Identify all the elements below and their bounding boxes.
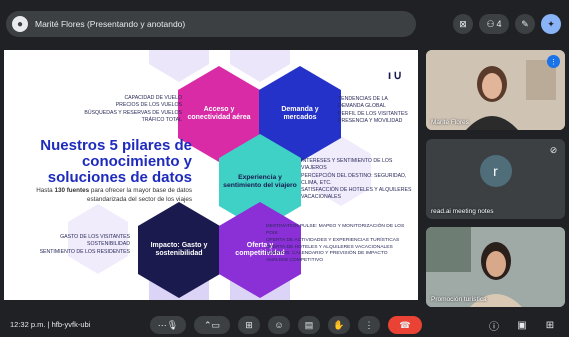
chat-icon: ▣ [517,319,527,331]
subline-prefix: Hasta [36,187,55,194]
info-separator: | [47,320,50,329]
participant-count: 4 [496,19,502,29]
hand-icon: ✋ [333,319,345,330]
more-options-button[interactable]: ⋮ [358,316,380,334]
speaking-indicator-icon: ⋮ [547,55,560,68]
demand-details: TENDENCIAS DE LA DEMANDA GLOBAL PERFIL D… [338,96,418,125]
detail-line: VACACIONALES [301,194,341,201]
detail-line: TENDENCIAS DE LA [338,96,388,102]
pen-icon: ✎ [521,18,529,29]
detail-line: DEMANDA GLOBAL [338,103,386,110]
call-controls: ⋯ 🎙 ⌃ ▭ ⊞ ☺ ▤ ✋ ⋮ ☎ [150,316,422,334]
bottom-bar: 12:32 p.m. | hfb-yvfk-ubi ⋯ 🎙 ⌃ ▭ ⊞ ☺ ▤ ✋ … [0,313,569,337]
camera-button[interactable]: ⌃ ▭ [194,316,230,334]
detail-line: SENTIMIENTO DE LOS RESIDENTES [39,248,130,255]
offer-details: DESTINATION PULSE: MAPEO Y MONITORIZACIÓ… [266,224,416,265]
detail-line: PERFIL DE LOS VISITANTES [338,110,408,117]
captions-off-icon: ⊠ [459,18,467,29]
experience-details: INTERESES Y SENTIMIENTO DE LOS VIAJEROS … [301,158,417,202]
detail-line: INTERESES Y SENTIMIENTO DE LOS VIAJEROS [301,158,393,172]
participant-video [426,50,565,130]
clock-time: 12:32 p.m. [10,320,46,329]
grid-icon: ⊞ [545,319,555,331]
detail-line: TRÁFICO TOTAL [141,116,182,123]
detail-line: PERCEPCIÓN DEL DESTINO: SEGURIDAD, [301,172,407,179]
activities-button[interactable]: ⊞ [543,318,557,332]
pen-annotate-button[interactable]: ✎ [515,14,535,34]
more-vert-icon: ⋮ [364,319,374,330]
people-button[interactable]: ⚇ 4 [479,14,509,34]
mic-off-icon: ⊘ [549,145,558,155]
sparkle-icon: ✦ [547,18,555,29]
detail-line: GASTO DE LOS VISITANTES [60,234,130,240]
access-details: CAPACIDAD DE VUELO PRECIOS DE LOS VUELOS… [64,95,182,124]
captions-icon: ▤ [304,319,314,330]
captions-button[interactable]: ▤ [298,316,320,334]
participant-avatar: r [479,155,512,187]
more-audio-icon: ⋯ [157,319,167,330]
people-icon: ⚇ [486,18,495,29]
top-actions: ⊠ ⚇ 4 ✎ ✦ [453,14,561,34]
detail-line: SOSTENIBILIDAD [87,241,130,248]
presented-slide: ı∪ Acceso y conectividad aérea Demanda y… [4,50,418,300]
raise-hand-button[interactable]: ✋ [328,316,350,334]
emoji-button[interactable]: ☺ [268,316,290,334]
detail-line: PRECIOS DE LOS VUELOS [115,102,182,109]
presenter-chip[interactable]: ● Marité Flores (Presentando y anotando) [6,11,416,37]
camera-icon: ▭ [211,319,221,330]
participant-tile-marite[interactable]: ⋮ Marité Flores [426,50,565,130]
chat-button[interactable]: ▣ [515,318,529,332]
present-screen-icon: ⊞ [245,319,253,330]
detail-line: ANÁLISIS COMPETITIVO [266,258,324,264]
company-logo: ı∪ [387,68,404,82]
slide-subline: Hasta 130 fuentes para ofrecer la mayor … [16,187,192,204]
participant-name: Promoción turística [431,296,487,303]
emoji-icon: ☺ [274,320,284,330]
captions-off-button[interactable]: ⊠ [453,14,473,34]
pillar-impact-label: Impacto: Gasto y sostenibilidad [150,241,208,257]
info-icon: ⓘ [489,321,499,333]
participant-tile-promocion[interactable]: Promoción turística [426,227,565,307]
phone-hangup-icon: ☎ [399,319,411,330]
side-panel-controls: ⓘ ▣ ⊞ [487,318,557,333]
microphone-icon: 🎙 [166,319,179,330]
meet-window: ● Marité Flores (Presentando y anotando)… [0,0,569,337]
subline-suffix: para ofrecer la mayor base de datos esta… [86,187,192,203]
meeting-info: 12:32 p.m. | hfb-yvfk-ubi [10,320,90,329]
impact-details: GASTO DE LOS VISITANTES SOSTENIBILIDAD S… [8,234,130,256]
slide-headline: Nuestros 5 pilares de conocimiento y sol… [40,137,192,186]
presenter-person-icon: ● [12,16,28,32]
sparkle-assist-button[interactable]: ✦ [541,14,561,34]
microphone-button[interactable]: ⋯ 🎙 [150,316,186,334]
participant-name: read.ai meeting notes [431,208,494,215]
meeting-code: hfb-yvfk-ubi [51,320,91,329]
participant-video [426,227,565,307]
pillar-access-label: Acceso y conectividad aérea [187,105,251,121]
presenter-label: Marité Flores (Presentando y anotando) [35,19,186,29]
detail-line: PRESENCIA Y MOVILIDAD [338,117,403,124]
detail-line: CAPACIDAD DE VUELO [124,95,182,101]
chevron-up-icon: ⌃ [203,319,212,330]
subline-bold: 130 fuentes [54,187,90,194]
top-bar: ● Marité Flores (Presentando y anotando)… [0,0,569,48]
detail-line: DESTINATION PULSE: MAPEO Y MONITORIZACIÓ… [266,224,405,236]
pillar-experience-label: Experiencia y sentimiento del viajero [223,174,297,189]
detail-line: BÚSQUEDAS Y RESERVAS DE VUELOS [84,109,182,116]
pillar-demand-label: Demanda y mercados [281,105,319,121]
participant-name: Marité Flores [431,119,469,126]
detail-line: SATISFACCIÓN DE HOTELES Y ALQUILERES [301,187,412,194]
end-call-button[interactable]: ☎ [388,316,422,334]
participant-tile-readai[interactable]: r ⊘ read.ai meeting notes [426,139,565,219]
meeting-details-button[interactable]: ⓘ [487,318,501,333]
present-button[interactable]: ⊞ [238,316,260,334]
detail-line: OFERTA DE ACTIVIDADES Y EXPERIENCIAS TUR… [266,237,400,243]
